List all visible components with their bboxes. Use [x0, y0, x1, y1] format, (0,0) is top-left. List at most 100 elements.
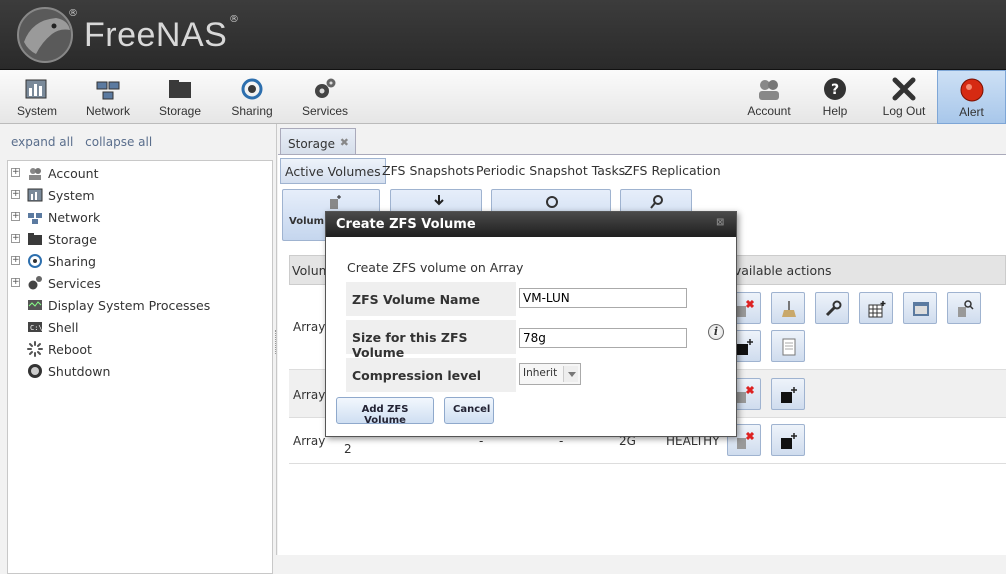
volume-key-button[interactable] [947, 292, 981, 324]
tree-item-system[interactable]: + System [8, 185, 272, 207]
tree-item-network[interactable]: + Network [8, 207, 272, 229]
toolbar-sharing-button[interactable]: Sharing [222, 70, 282, 124]
compression-level-label: Compression level [346, 358, 516, 392]
edit-zfs-options-button[interactable] [815, 292, 849, 324]
expand-plus-icon[interactable]: + [11, 190, 20, 199]
toolbar-account-button[interactable]: Account [742, 70, 796, 124]
import-arrow-icon [434, 195, 444, 206]
navigation-tree: + Account + System + Network + Storage +… [7, 160, 273, 574]
reboot-icon [27, 341, 43, 357]
info-icon[interactable]: i [708, 324, 724, 340]
toolbar-storage-button[interactable]: Storage [150, 70, 210, 124]
compression-level-select[interactable]: Inherit [519, 363, 581, 385]
network-icon [96, 81, 120, 100]
subtab-zfs-replication[interactable]: ZFS Replication [620, 158, 725, 184]
zfs-volume-name-input[interactable] [519, 288, 687, 308]
tree-item-sharing[interactable]: + Sharing [8, 251, 272, 273]
tree-item-shutdown[interactable]: Shutdown [8, 361, 272, 383]
close-icon[interactable]: ⊠ [716, 218, 727, 229]
subtab-active-volumes[interactable]: Active Volumes [280, 158, 386, 184]
toolbar-help-button[interactable]: ? Help [812, 70, 858, 124]
tree-item-label: Shell [48, 320, 79, 335]
tab-storage[interactable]: Storage ✖ [280, 128, 356, 154]
volume-name-cell: Array [293, 388, 326, 402]
toolbar-storage-label: Storage [158, 104, 202, 118]
logo-registered-mark: ® [68, 8, 78, 19]
zfs-volume-size-input[interactable] [519, 328, 687, 348]
tree-item-label: Display System Processes [48, 298, 211, 313]
shell-icon: C:\ [28, 322, 43, 332]
tree-expand-links: expand all collapse all [11, 135, 160, 149]
dialog-title-bar[interactable]: Create ZFS Volume ⊠ [326, 212, 736, 237]
tree-item-display-system-processes[interactable]: Display System Processes [8, 295, 272, 317]
network-icon [28, 213, 42, 224]
column-header-actions[interactable]: Available actions [726, 263, 832, 278]
tree-item-label: Account [48, 166, 99, 181]
detach-icon [737, 300, 754, 317]
volume-add-icon [330, 195, 341, 209]
change-permissions-button[interactable] [903, 292, 937, 324]
toolbar-help-label: Help [822, 104, 848, 118]
tree-item-shell[interactable]: C:\ Shell [8, 317, 272, 339]
permissions-icon [913, 302, 929, 316]
logo-registered-mark-2: ® [229, 14, 239, 25]
cancel-button[interactable]: Cancel [444, 397, 494, 424]
tree-item-storage[interactable]: + Storage [8, 229, 272, 251]
detach-icon [737, 432, 754, 449]
zvol-add-icon [781, 433, 797, 449]
tree-item-services[interactable]: + Services [8, 273, 272, 295]
svg-text:?: ? [831, 82, 839, 98]
magnifier-icon [650, 195, 663, 209]
toolbar-logout-button[interactable]: Log Out [876, 70, 932, 124]
svg-text:C:\: C:\ [30, 324, 43, 332]
storage-icon [28, 233, 42, 245]
expand-plus-icon[interactable]: + [11, 212, 20, 221]
dialog-intro-text: Create ZFS volume on Array [347, 260, 524, 275]
toolbar-system-label: System [16, 104, 57, 118]
system-icon [25, 79, 47, 99]
expand-plus-icon[interactable]: + [11, 278, 20, 287]
tree-item-account[interactable]: + Account [8, 163, 272, 185]
expand-plus-icon[interactable]: + [11, 168, 20, 177]
collapse-all-link[interactable]: collapse all [85, 135, 152, 149]
sharing-icon [241, 78, 263, 100]
subtab-periodic-snapshot-tasks[interactable]: Periodic Snapshot Tasks [472, 158, 629, 184]
table-add-icon [868, 301, 886, 318]
chevron-down-icon[interactable] [563, 366, 578, 382]
tab-close-icon[interactable]: ✖ [340, 136, 349, 149]
toolbar-alert-button[interactable]: Alert [937, 70, 1006, 124]
compression-level-value: Inherit [523, 367, 558, 379]
tree-item-label: Network [48, 210, 101, 225]
create-zfs-volume-dialog: Create ZFS Volume ⊠ Create ZFS volume on… [325, 211, 737, 437]
app-header: ® FreeNAS ® [0, 0, 1006, 70]
toolbar-services-button[interactable]: Services [296, 70, 354, 124]
wrench-icon [825, 300, 842, 317]
create-zvol-button[interactable] [771, 424, 805, 456]
scrub-volume-button[interactable] [771, 292, 805, 324]
tree-item-label: Shutdown [48, 364, 111, 379]
create-dataset-button[interactable] [859, 292, 893, 324]
expand-all-link[interactable]: expand all [11, 135, 73, 149]
alert-light-icon [960, 78, 983, 102]
storage-icon [169, 80, 191, 98]
expand-plus-icon[interactable]: + [11, 256, 20, 265]
detach-icon [737, 386, 754, 403]
toolbar-account-label: Account [747, 104, 791, 118]
tree-item-reboot[interactable]: Reboot [8, 339, 272, 361]
toolbar-services-label: Services [301, 104, 348, 118]
toolbar-system-button[interactable]: System [8, 70, 66, 124]
toolbar-network-button[interactable]: Network [78, 70, 138, 124]
add-zfs-volume-button[interactable]: Add ZFS Volume [336, 397, 434, 426]
tree-item-label: Services [48, 276, 101, 291]
zvol-add-icon [781, 387, 797, 403]
subtab-zfs-snapshots[interactable]: ZFS Snapshots [378, 158, 478, 184]
expand-plus-icon[interactable]: + [11, 234, 20, 243]
create-zvol-button[interactable] [771, 378, 805, 410]
volume-status-button[interactable] [771, 330, 805, 362]
zfs-volume-name-label: ZFS Volume Name [346, 282, 516, 316]
zfs-volume-size-label: Size for this ZFS Volume [346, 320, 516, 360]
services-icon [28, 276, 42, 290]
dataset-name-cell: 2 [344, 442, 352, 456]
services-icon [315, 78, 336, 98]
tab-storage-label: Storage [288, 137, 335, 151]
